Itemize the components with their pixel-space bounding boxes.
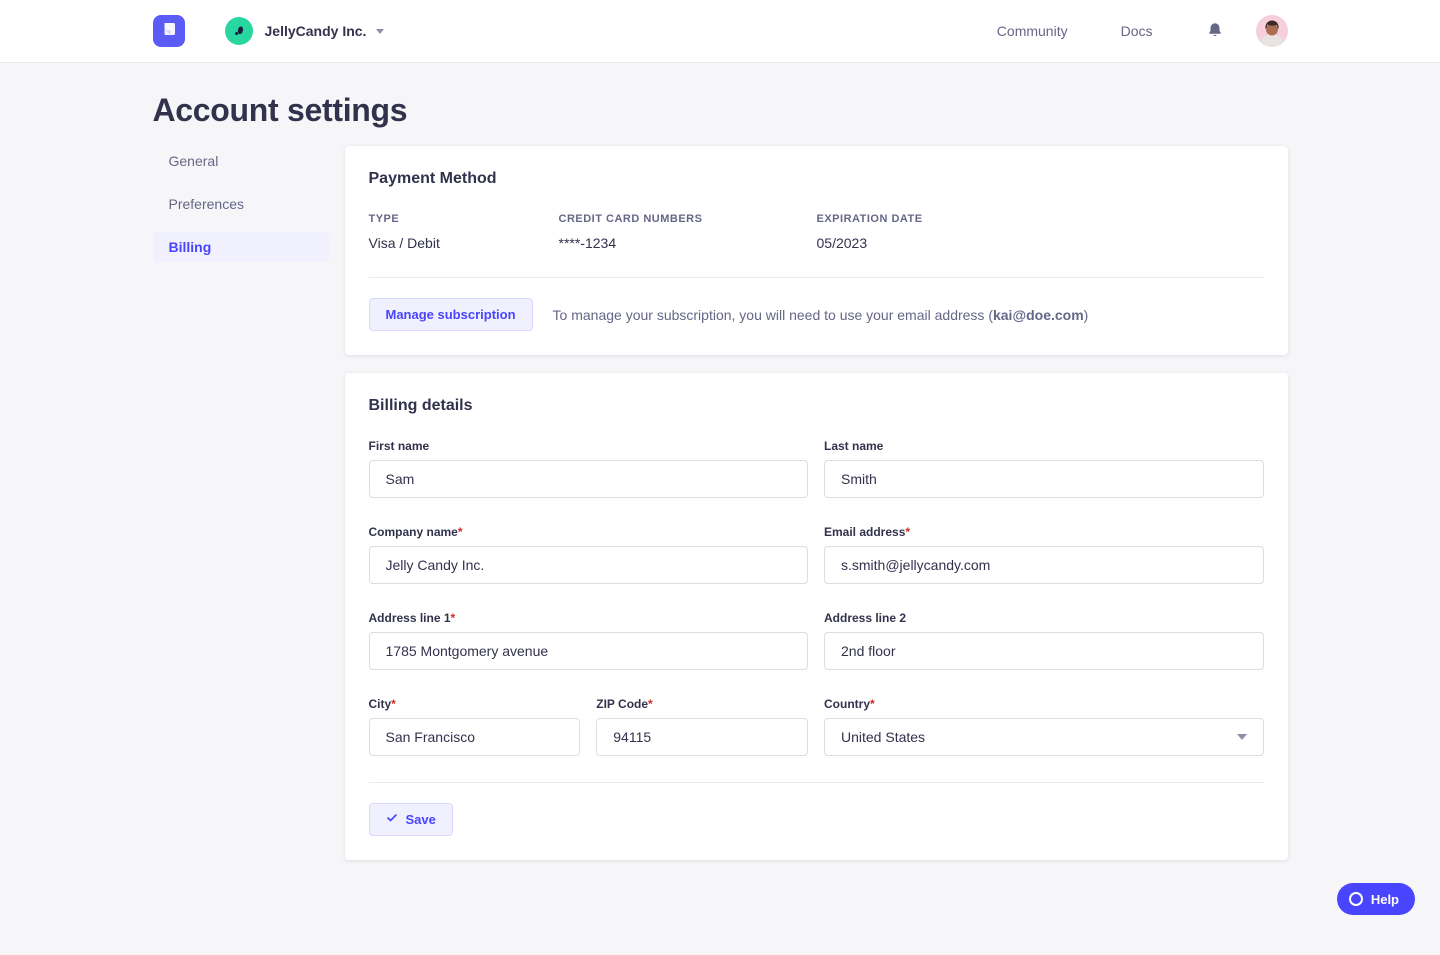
save-button[interactable]: Save [369,803,453,836]
zip-code-input[interactable] [596,718,808,756]
settings-sidebar: General Preferences Billing [153,146,329,275]
org-avatar [225,17,253,45]
manage-subscription-button[interactable]: Manage subscription [369,298,533,331]
city-input[interactable] [369,718,581,756]
chevron-down-icon [1237,734,1247,740]
billing-details-card: Billing details First name Last name [345,373,1288,860]
first-name-label: First name [369,439,809,453]
country-select[interactable]: United States [824,718,1264,756]
billing-card-divider [369,782,1264,783]
payment-card-divider [369,277,1264,278]
payment-method-title: Payment Method [369,170,1264,188]
sidebar-item-general[interactable]: General [153,146,329,176]
sidebar-item-billing[interactable]: Billing [153,232,329,262]
payment-card-number-label: CREDIT CARD NUMBERS [559,213,817,225]
email-address-label: Email address* [824,525,1264,539]
country-label: Country* [824,697,1264,711]
payment-type-column: TYPE Visa / Debit [369,213,559,251]
first-name-input[interactable] [369,460,809,498]
country-field-group: Country* United States [824,697,1264,756]
company-name-field-group: Company name* [369,525,809,584]
zip-code-label: ZIP Code* [596,697,808,711]
bell-icon [1206,21,1224,42]
address-line-1-field-group: Address line 1* [369,611,809,670]
sidebar-item-preferences[interactable]: Preferences [153,189,329,219]
email-address-field-group: Email address* [824,525,1264,584]
chevron-down-icon [376,29,384,34]
payment-method-card: Payment Method TYPE Visa / Debit CREDIT … [345,146,1288,355]
required-asterisk: * [648,697,653,711]
top-navbar: JellyCandy Inc. Community Docs [0,0,1440,63]
user-avatar[interactable] [1256,15,1288,47]
email-address-input[interactable] [824,546,1264,584]
nav-link-community[interactable]: Community [997,23,1068,39]
subscription-email: kai@doe.com [993,307,1084,323]
help-button[interactable]: Help [1337,883,1415,915]
city-field-group: City* [369,697,581,756]
page-title: Account settings [153,63,1288,129]
payment-expiration-label: EXPIRATION DATE [817,213,1264,225]
required-asterisk: * [458,525,463,539]
strapi-logo-icon [160,20,178,43]
payment-card-number-column: CREDIT CARD NUMBERS ****-1234 [559,213,817,251]
main-content: Account settings General Preferences Bil… [153,63,1288,860]
required-asterisk: * [870,697,875,711]
company-name-input[interactable] [369,546,809,584]
payment-expiration-column: EXPIRATION DATE 05/2023 [817,213,1264,251]
nav-link-docs[interactable]: Docs [1121,23,1153,39]
address-line-2-label: Address line 2 [824,611,1264,625]
required-asterisk: * [391,697,396,711]
address-line-1-label: Address line 1* [369,611,809,625]
required-asterisk: * [905,525,910,539]
zip-code-field-group: ZIP Code* [596,697,808,756]
last-name-field-group: Last name [824,439,1264,498]
address-line-2-field-group: Address line 2 [824,611,1264,670]
address-line-2-input[interactable] [824,632,1264,670]
org-switcher[interactable]: JellyCandy Inc. [225,17,385,45]
manage-subscription-note: To manage your subscription, you will ne… [553,307,1089,323]
last-name-label: Last name [824,439,1264,453]
notifications-button[interactable] [1206,21,1224,42]
payment-type-label: TYPE [369,213,559,225]
last-name-input[interactable] [824,460,1264,498]
address-line-1-input[interactable] [369,632,809,670]
first-name-field-group: First name [369,439,809,498]
payment-expiration-value: 05/2023 [817,235,1264,251]
company-name-label: Company name* [369,525,809,539]
strapi-logo[interactable] [153,15,185,47]
payment-card-number-value: ****-1234 [559,235,817,251]
help-circle-icon [1349,892,1363,906]
org-name: JellyCandy Inc. [265,23,367,39]
payment-type-value: Visa / Debit [369,235,559,251]
country-select-value: United States [841,729,925,745]
check-icon [386,812,398,827]
billing-details-title: Billing details [369,397,1264,415]
city-label: City* [369,697,581,711]
required-asterisk: * [451,611,456,625]
